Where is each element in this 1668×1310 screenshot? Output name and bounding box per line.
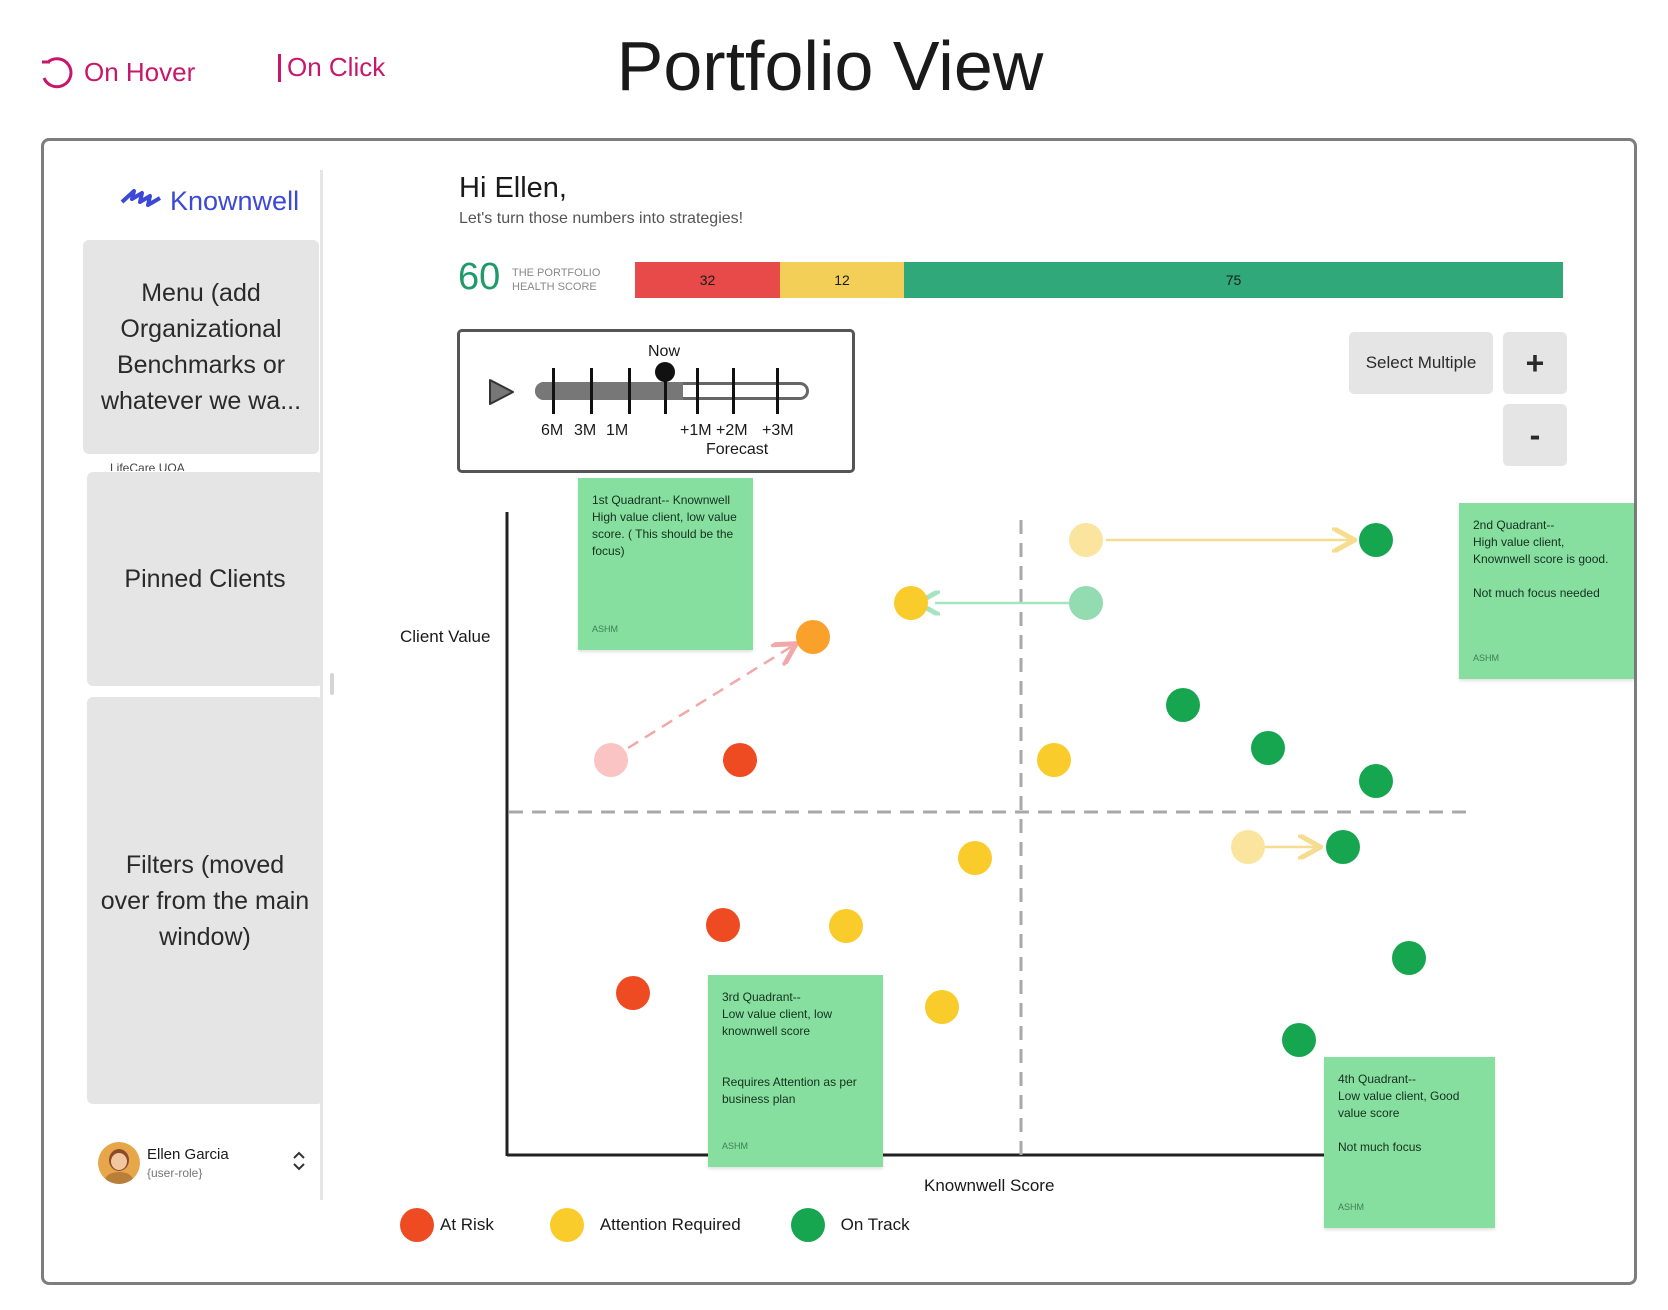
- movement-arrow-1: [627, 645, 794, 750]
- client-dot-attention-past[interactable]: [1231, 830, 1265, 864]
- quadrant-1-note: 1st Quadrant-- Knownwell High value clie…: [578, 478, 753, 650]
- client-dot-on-track[interactable]: [1326, 830, 1360, 864]
- client-dot-on-track-past[interactable]: [1069, 586, 1103, 620]
- attention-legend-dot: [549, 1208, 584, 1242]
- y-axis-label: Client Value: [400, 627, 491, 646]
- client-dot-attention[interactable]: [925, 990, 959, 1024]
- at-risk-legend-dot: [400, 1208, 434, 1242]
- attention-legend-label: Attention Required: [599, 1215, 741, 1234]
- client-dot-on-track[interactable]: [1251, 731, 1285, 765]
- quadrant-4-note: 4th Quadrant-- Low value client, Good va…: [1324, 1057, 1495, 1228]
- client-dot-at-risk-past[interactable]: [594, 743, 628, 777]
- on-track-legend-dot: [790, 1208, 825, 1242]
- client-dot-at-risk[interactable]: [706, 908, 740, 942]
- client-dot-on-track[interactable]: [1359, 523, 1393, 557]
- client-dot-at-risk[interactable]: [723, 743, 757, 777]
- client-dot-attention-past[interactable]: [1069, 523, 1103, 557]
- x-axis-label: Knownwell Score: [924, 1176, 1055, 1195]
- on-track-legend-label: On Track: [840, 1215, 910, 1234]
- client-dot-attention[interactable]: [958, 841, 992, 875]
- client-dot-at-risk[interactable]: [616, 976, 650, 1010]
- client-dot-attention[interactable]: [796, 620, 830, 654]
- client-dot-on-track[interactable]: [1166, 688, 1200, 722]
- quadrant-2-note: 2nd Quadrant-- High value client, Knownw…: [1459, 503, 1634, 679]
- client-dot-on-track[interactable]: [1392, 941, 1426, 975]
- status-legend: At Risk Attention Required On Track: [400, 1208, 910, 1242]
- client-dot-attention[interactable]: [1037, 743, 1071, 777]
- client-dot-on-track[interactable]: [1359, 764, 1393, 798]
- quadrant-3-note: 3rd Quadrant-- Low value client, low kno…: [708, 975, 883, 1167]
- client-dot-attention[interactable]: [894, 586, 928, 620]
- client-dot-on-track[interactable]: [1282, 1023, 1316, 1057]
- at-risk-legend-label: At Risk: [440, 1215, 494, 1234]
- client-dot-attention[interactable]: [829, 909, 863, 943]
